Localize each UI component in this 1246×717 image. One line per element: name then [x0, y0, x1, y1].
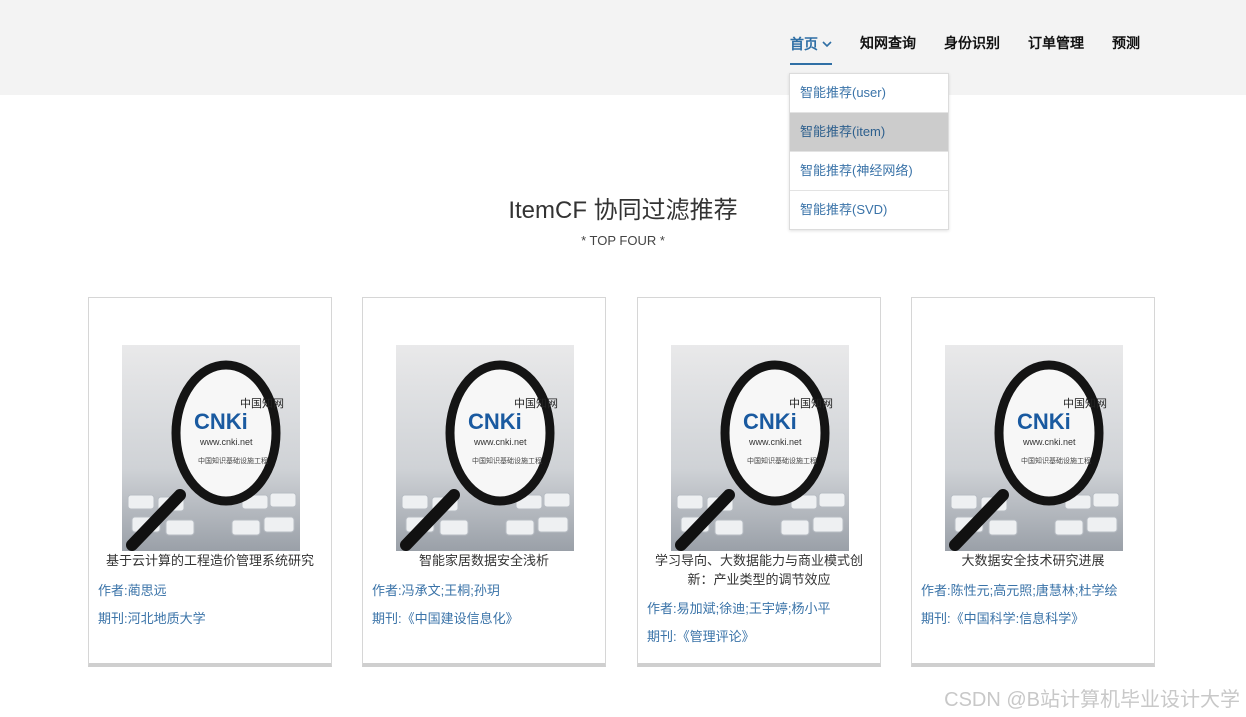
paper-journal[interactable]: 期刊:河北地质大学 [98, 608, 206, 627]
page-title: ItemCF 协同过滤推荐 [508, 197, 738, 224]
svg-text:www.cnki.net: www.cnki.net [748, 437, 802, 447]
svg-text:中国知网: 中国知网 [789, 396, 833, 410]
svg-text:www.cnki.net: www.cnki.net [1022, 437, 1076, 447]
csdn-watermark: CSDN @B站计算机毕业设计大学 [944, 689, 1240, 711]
svg-text:中国知网: 中国知网 [1063, 396, 1107, 410]
svg-text:CNKi: CNKi [194, 409, 248, 434]
nav-item-identity[interactable]: 身份识别 [944, 33, 1000, 65]
svg-text:中国知网: 中国知网 [240, 396, 284, 410]
svg-text:中国知识基础设施工程: 中国知识基础设施工程 [747, 456, 817, 465]
paper-author[interactable]: 作者:陈性元;高元照;唐慧林;杜学绘 [921, 580, 1117, 599]
svg-text:CNKi: CNKi [1017, 409, 1071, 434]
dropdown-item-neural[interactable]: 智能推荐(神经网络) [790, 152, 948, 191]
paper-author[interactable]: 作者:冯承文;王桐;孙玥 [372, 580, 500, 599]
svg-text:中国知识基础设施工程: 中国知识基础设施工程 [472, 456, 542, 465]
paper-author[interactable]: 作者:易加斌;徐迪;王宇婷;杨小平 [647, 598, 830, 617]
chevron-down-icon [822, 33, 832, 53]
paper-title[interactable]: 基于云计算的工程造价管理系统研究 [99, 551, 321, 570]
svg-text:CNKi: CNKi [468, 409, 522, 434]
paper-title[interactable]: 大数据安全技术研究进展 [922, 551, 1144, 570]
cnki-magnifier-image: CNKi 中国知网 www.cnki.net 中国知识基础设施工程 [945, 345, 1123, 551]
cnki-magnifier-image: CNKi 中国知网 www.cnki.net 中国知识基础设施工程 [122, 345, 300, 551]
paper-author[interactable]: 作者:蔺思远 [98, 580, 167, 599]
nav-item-label: 首页 [790, 36, 818, 52]
paper-card[interactable]: CNKi 中国知网 www.cnki.net 中国知识基础设施工程 基于云计算的… [88, 297, 332, 667]
page-subtitle: * TOP FOUR * [581, 233, 665, 248]
svg-text:中国知网: 中国知网 [514, 396, 558, 410]
svg-text:www.cnki.net: www.cnki.net [199, 437, 253, 447]
dropdown-item-svd[interactable]: 智能推荐(SVD) [790, 191, 948, 229]
nav-item-orders[interactable]: 订单管理 [1028, 33, 1084, 65]
cnki-magnifier-image: CNKi 中国知网 www.cnki.net 中国知识基础设施工程 [396, 345, 574, 551]
cnki-magnifier-image: CNKi 中国知网 www.cnki.net 中国知识基础设施工程 [671, 345, 849, 551]
paper-journal[interactable]: 期刊:《中国建设信息化》 [372, 608, 519, 627]
paper-journal[interactable]: 期刊:《管理评论》 [647, 626, 755, 645]
nav-item-home[interactable]: 首页 [790, 33, 832, 65]
dropdown-item-user[interactable]: 智能推荐(user) [790, 74, 948, 113]
nav-item-cnki-search[interactable]: 知网查询 [860, 33, 916, 65]
paper-title[interactable]: 智能家居数据安全浅析 [373, 551, 595, 570]
paper-card[interactable]: CNKi 中国知网 www.cnki.net 中国知识基础设施工程 大数据安全技… [911, 297, 1155, 667]
svg-text:中国知识基础设施工程: 中国知识基础设施工程 [1021, 456, 1091, 465]
nav-item-predict[interactable]: 预测 [1112, 33, 1140, 65]
paper-journal[interactable]: 期刊:《中国科学:信息科学》 [921, 608, 1084, 627]
dropdown-item-item[interactable]: 智能推荐(item) [790, 113, 948, 152]
paper-card[interactable]: CNKi 中国知网 www.cnki.net 中国知识基础设施工程 智能家居数据… [362, 297, 606, 667]
paper-title[interactable]: 学习导向、大数据能力与商业模式创新：产业类型的调节效应 [648, 551, 870, 589]
svg-text:中国知识基础设施工程: 中国知识基础设施工程 [198, 456, 268, 465]
main-nav: 首页 知网查询 身份识别 订单管理 预测 [790, 33, 1140, 65]
home-dropdown-menu: 智能推荐(user) 智能推荐(item) 智能推荐(神经网络) 智能推荐(SV… [789, 73, 949, 230]
svg-text:www.cnki.net: www.cnki.net [473, 437, 527, 447]
paper-card[interactable]: CNKi 中国知网 www.cnki.net 中国知识基础设施工程 学习导向、大… [637, 297, 881, 667]
svg-text:CNKi: CNKi [743, 409, 797, 434]
